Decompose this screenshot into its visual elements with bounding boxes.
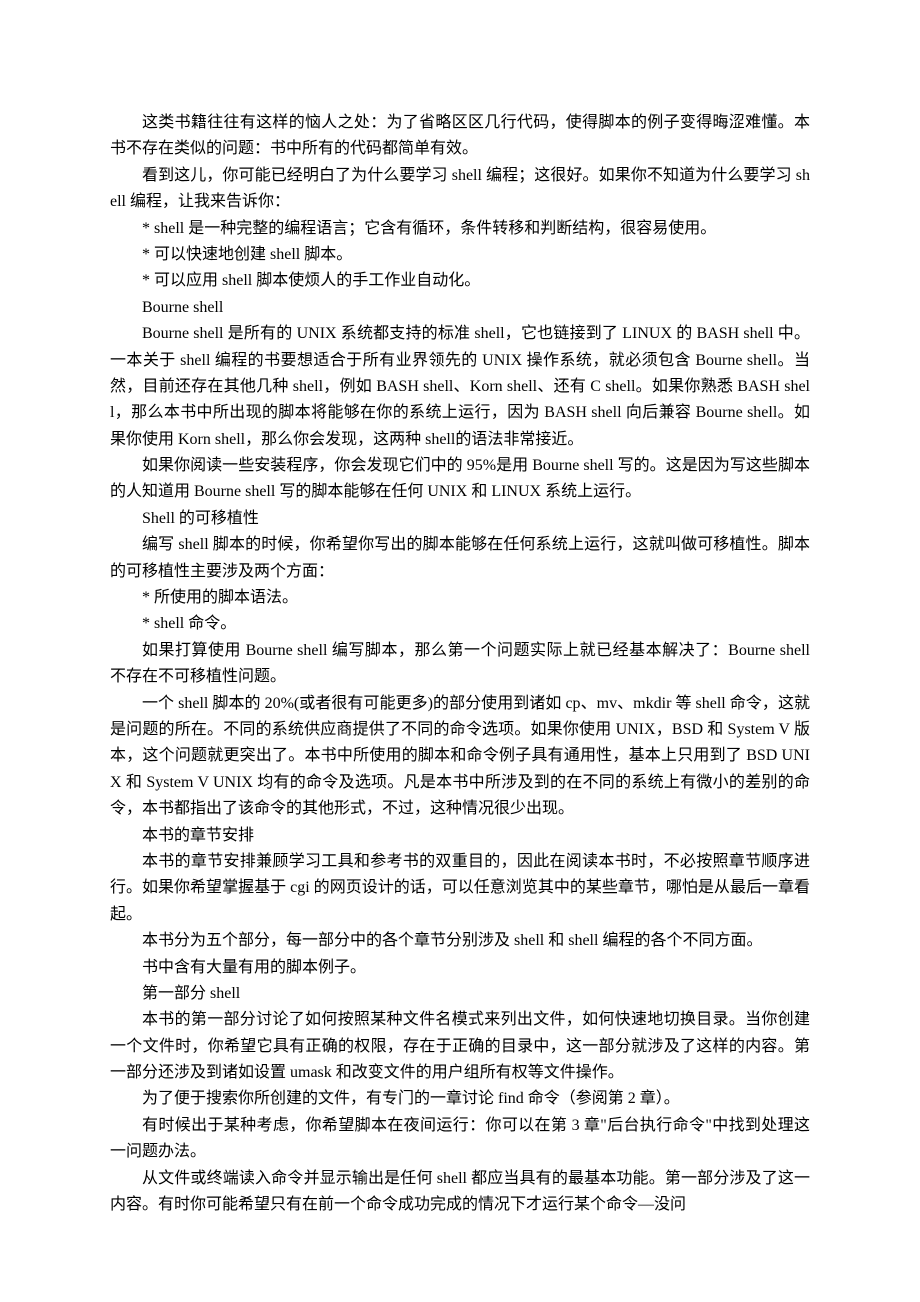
list-item: * shell 是一种完整的编程语言；它含有循环，条件转移和判断结构，很容易使用…	[110, 216, 810, 242]
list-item: * 可以应用 shell 脚本使烦人的手工作业自动化。	[110, 268, 810, 294]
paragraph: 这类书籍往往有这样的恼人之处：为了省略区区几行代码，使得脚本的例子变得晦涩难懂。…	[110, 110, 810, 163]
list-item: * 所使用的脚本语法。	[110, 585, 810, 611]
document-page: 这类书籍往往有这样的恼人之处：为了省略区区几行代码，使得脚本的例子变得晦涩难懂。…	[0, 0, 920, 1302]
paragraph: 有时候出于某种考虑，你希望脚本在夜间运行：你可以在第 3 章"后台执行命令"中找…	[110, 1113, 810, 1166]
paragraph: 本书的章节安排兼顾学习工具和参考书的双重目的，因此在阅读本书时，不必按照章节顺序…	[110, 849, 810, 928]
list-item: * shell 命令。	[110, 611, 810, 637]
paragraph: 一个 shell 脚本的 20%(或者很有可能更多)的部分使用到诸如 cp、mv…	[110, 691, 810, 823]
paragraph: Bourne shell 是所有的 UNIX 系统都支持的标准 shell，它也…	[110, 321, 810, 453]
section-heading-bourne-shell: Bourne shell	[110, 295, 810, 321]
section-heading-shell-portability: Shell 的可移植性	[110, 506, 810, 532]
paragraph: 本书的第一部分讨论了如何按照某种文件名模式来列出文件，如何快速地切换目录。当你创…	[110, 1007, 810, 1086]
paragraph: 从文件或终端读入命令并显示输出是任何 shell 都应当具有的最基本功能。第一部…	[110, 1166, 810, 1219]
paragraph: 为了便于搜索你所创建的文件，有专门的一章讨论 find 命令（参阅第 2 章）。	[110, 1086, 810, 1112]
paragraph: 如果打算使用 Bourne shell 编写脚本，那么第一个问题实际上就已经基本…	[110, 638, 810, 691]
paragraph: 本书分为五个部分，每一部分中的各个章节分别涉及 shell 和 shell 编程…	[110, 928, 810, 954]
paragraph: 如果你阅读一些安装程序，你会发现它们中的 95%是用 Bourne shell …	[110, 453, 810, 506]
section-heading-part1: 第一部分 shell	[110, 981, 810, 1007]
paragraph: 看到这儿，你可能已经明白了为什么要学习 shell 编程；这很好。如果你不知道为…	[110, 163, 810, 216]
paragraph: 编写 shell 脚本的时候，你希望你写出的脚本能够在任何系统上运行，这就叫做可…	[110, 532, 810, 585]
list-item: * 可以快速地创建 shell 脚本。	[110, 242, 810, 268]
paragraph: 书中含有大量有用的脚本例子。	[110, 955, 810, 981]
section-heading-chapters: 本书的章节安排	[110, 823, 810, 849]
